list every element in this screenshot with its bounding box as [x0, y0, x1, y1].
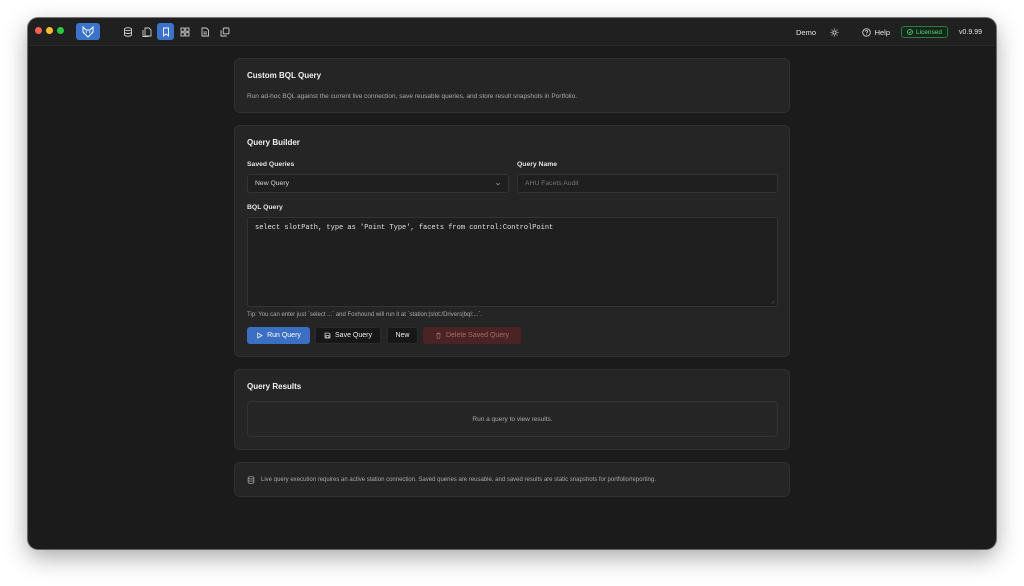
bql-query-label: BQL Query: [247, 204, 283, 211]
app-logo-button[interactable]: [76, 23, 100, 40]
saved-queries-label: Saved Queries: [247, 161, 295, 168]
sun-icon: [830, 27, 839, 37]
query-name-field[interactable]: [517, 174, 778, 193]
help-button[interactable]: Help: [861, 18, 890, 46]
saved-queries-value: New Query: [255, 180, 289, 187]
title-bar: Demo Help Licensed v0.9.99: [28, 18, 996, 46]
info-note-text: Live query execution requires an active …: [261, 476, 656, 483]
demo-mode-label[interactable]: Demo: [796, 18, 816, 46]
page-description: Run ad-hoc BQL against the current live …: [247, 93, 578, 100]
close-window-button[interactable]: [35, 27, 42, 34]
query-name-input[interactable]: [525, 180, 777, 187]
intro-card: Custom BQL Query Run ad-hoc BQL against …: [234, 58, 790, 113]
database-icon: [247, 475, 255, 484]
nav-bookmark-button[interactable]: [157, 23, 174, 40]
page-title: Custom BQL Query: [247, 71, 322, 80]
nav-copy-button[interactable]: [216, 23, 233, 40]
copy-icon: [220, 27, 229, 36]
fox-logo-icon: [82, 25, 94, 38]
chevron-down-icon: [495, 182, 501, 186]
delete-saved-query-button[interactable]: Delete Saved Query: [423, 327, 521, 344]
nav-documents-button[interactable]: [138, 23, 155, 40]
query-builder-card: Query Builder Saved Queries New Query Qu…: [234, 125, 790, 357]
save-query-label: Save Query: [335, 332, 372, 339]
bql-tip: Tip: You can enter just `select ...` and…: [247, 312, 482, 318]
query-results-area: Run a query to view results.: [247, 401, 778, 437]
query-name-label: Query Name: [517, 161, 558, 168]
version-label: v0.9.99: [959, 28, 982, 36]
nav-database-button[interactable]: [119, 23, 136, 40]
delete-saved-query-label: Delete Saved Query: [445, 332, 510, 339]
help-circle-icon: [861, 27, 871, 37]
grid-icon: [180, 27, 189, 36]
check-circle-icon: [907, 29, 913, 35]
saved-queries-select[interactable]: New Query: [247, 174, 509, 193]
bookmark-icon: [162, 27, 169, 37]
query-results-empty-text: Run a query to view results.: [472, 415, 553, 423]
info-note-card: Live query execution requires an active …: [234, 462, 790, 497]
help-label: Help: [874, 27, 890, 37]
database-icon: [123, 26, 132, 37]
file-stack-icon: [142, 27, 151, 37]
run-query-button[interactable]: Run Query: [247, 327, 310, 344]
bql-query-textarea[interactable]: select slotPath, type as 'Point Type', f…: [247, 217, 778, 307]
resize-grip-icon[interactable]: [770, 299, 775, 304]
theme-toggle-button[interactable]: [830, 18, 839, 46]
nav-dashboard-button[interactable]: [176, 23, 193, 40]
license-status-badge: Licensed: [900, 26, 948, 38]
app-window: Demo Help Licensed v0.9.99 Custom BQL Qu…: [28, 18, 996, 549]
licensed-label: Licensed: [915, 28, 942, 36]
document-icon: [201, 27, 209, 36]
query-builder-title: Query Builder: [247, 138, 300, 147]
run-query-label: Run Query: [267, 332, 301, 339]
new-query-button[interactable]: New: [387, 327, 418, 344]
zoom-window-button[interactable]: [57, 27, 64, 34]
trash-icon: [436, 332, 441, 339]
query-results-card: Query Results Run a query to view result…: [234, 369, 790, 450]
play-icon: [257, 332, 263, 339]
query-results-title: Query Results: [247, 382, 302, 391]
nav-report-button[interactable]: [196, 23, 213, 40]
minimize-window-button[interactable]: [46, 27, 53, 34]
new-query-label: New: [395, 332, 410, 339]
save-query-button[interactable]: Save Query: [315, 327, 381, 344]
bql-query-text: select slotPath, type as 'Point Type', f…: [255, 224, 554, 232]
save-icon: [324, 332, 331, 339]
